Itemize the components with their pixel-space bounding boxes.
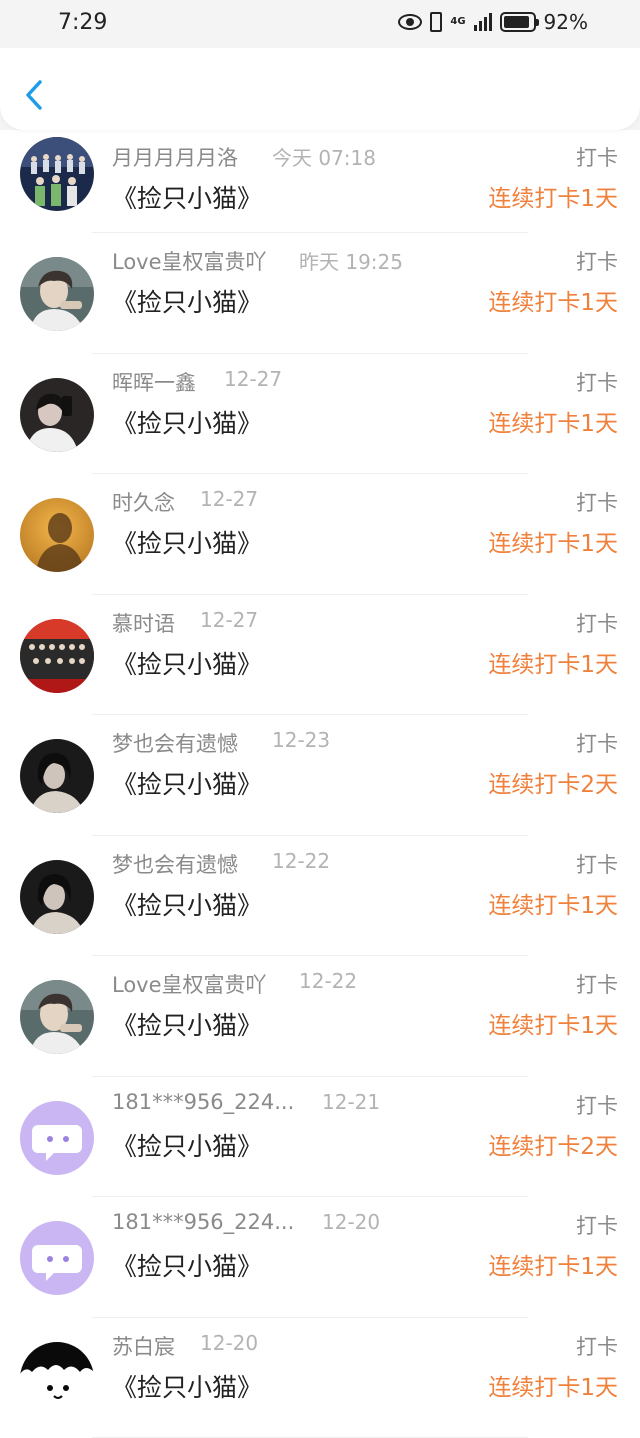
avatar-boy-photo[interactable]: [20, 257, 94, 331]
signal-icon: [474, 13, 492, 31]
streak-label: 连续打卡1天: [488, 1006, 618, 1040]
checkin-date: 12-20: [200, 1331, 258, 1355]
book-title[interactable]: 《捡只小猫》: [112, 524, 262, 560]
avatar-silhouette-orange[interactable]: [20, 498, 94, 572]
checkin-type: 打卡: [576, 367, 618, 397]
book-title[interactable]: 《捡只小猫》: [112, 179, 262, 215]
avatar-stage-group[interactable]: [20, 619, 94, 693]
book-title[interactable]: 《捡只小猫》: [112, 886, 262, 922]
list-item-2[interactable]: Love皇权富贵吖 昨天 19:25 《捡只小猫》 打卡 连续打卡1天: [0, 233, 640, 354]
vibrate-icon: [430, 12, 442, 32]
list-item-8[interactable]: Love皇权富贵吖 12-22 《捡只小猫》 打卡 连续打卡1天: [0, 956, 640, 1077]
checkin-type: 打卡: [576, 969, 618, 999]
status-time: 7:29: [58, 10, 107, 35]
avatar-default-chat[interactable]: [20, 1221, 94, 1295]
list-item-3[interactable]: 晖晖一鑫 12-27 《捡只小猫》 打卡 连续打卡1天: [0, 354, 640, 475]
list-item-6[interactable]: 梦也会有遗憾 12-23 《捡只小猫》 打卡 连续打卡2天: [0, 715, 640, 836]
checkin-type: 打卡: [576, 142, 618, 172]
checkin-list: 月月月月月洛 今天 07:18 《捡只小猫》 打卡 连续打卡1天 Love皇权富…: [0, 130, 640, 1438]
book-title[interactable]: 《捡只小猫》: [112, 1368, 262, 1404]
checkin-type: 打卡: [576, 728, 618, 758]
checkin-date: 12-20: [322, 1210, 380, 1234]
avatar-group-photo[interactable]: [20, 137, 94, 211]
checkin-type: 打卡: [576, 849, 618, 879]
list-item-10[interactable]: 181***956_224... 12-20 《捡只小猫》 打卡 连续打卡1天: [0, 1197, 640, 1318]
user-name[interactable]: 慕时语: [112, 608, 175, 638]
streak-label: 连续打卡1天: [488, 524, 618, 558]
streak-label: 连续打卡1天: [488, 283, 618, 317]
checkin-date: 12-22: [299, 969, 357, 993]
streak-label: 连续打卡1天: [488, 645, 618, 679]
checkin-type: 打卡: [576, 1090, 618, 1120]
list-item-7[interactable]: 梦也会有遗憾 12-22 《捡只小猫》 打卡 连续打卡1天: [0, 836, 640, 957]
user-name[interactable]: Love皇权富贵吖: [112, 246, 267, 276]
book-title[interactable]: 《捡只小猫》: [112, 283, 262, 319]
book-title[interactable]: 《捡只小猫》: [112, 1247, 262, 1283]
book-title[interactable]: 《捡只小猫》: [112, 765, 262, 801]
user-name[interactable]: 梦也会有遗憾: [112, 728, 238, 758]
checkin-date: 12-27: [200, 608, 258, 632]
user-name[interactable]: 苏白宸: [112, 1331, 175, 1361]
battery-percent: 92%: [544, 10, 588, 34]
book-title[interactable]: 《捡只小猫》: [112, 404, 262, 440]
user-name[interactable]: Love皇权富贵吖: [112, 969, 267, 999]
streak-label: 连续打卡1天: [488, 886, 618, 920]
list-item-5[interactable]: 慕时语 12-27 《捡只小猫》 打卡 连续打卡1天: [0, 595, 640, 716]
avatar-girl-dark[interactable]: [20, 860, 94, 934]
status-icons: 4G 92%: [398, 10, 588, 34]
checkin-date: 昨天 19:25: [299, 246, 403, 275]
chevron-left-icon: [22, 78, 48, 112]
streak-label: 连续打卡1天: [488, 404, 618, 438]
header-bar: [0, 48, 640, 130]
book-title[interactable]: 《捡只小猫》: [112, 1006, 262, 1042]
back-button[interactable]: [22, 78, 48, 112]
checkin-date: 12-22: [272, 849, 330, 873]
checkin-type: 打卡: [576, 1331, 618, 1361]
user-name[interactable]: 181***956_224...: [112, 1210, 294, 1234]
checkin-type: 打卡: [576, 608, 618, 638]
streak-label: 连续打卡1天: [488, 1368, 618, 1402]
battery-icon: [500, 12, 536, 32]
checkin-type: 打卡: [576, 246, 618, 276]
streak-label: 连续打卡1天: [488, 1247, 618, 1281]
user-name[interactable]: 181***956_224...: [112, 1090, 294, 1114]
user-name[interactable]: 梦也会有遗憾: [112, 849, 238, 879]
list-item-11[interactable]: 苏白宸 12-20 《捡只小猫》 打卡 连续打卡1天: [0, 1318, 640, 1438]
checkin-date: 今天 07:18: [272, 142, 376, 171]
checkin-date: 12-27: [224, 367, 282, 391]
list-item-1[interactable]: 月月月月月洛 今天 07:18 《捡只小猫》 打卡 连续打卡1天: [0, 130, 640, 233]
streak-label: 连续打卡2天: [488, 1127, 618, 1161]
avatar-girl-dark[interactable]: [20, 739, 94, 813]
book-title[interactable]: 《捡只小猫》: [112, 1127, 262, 1163]
avatar-boy-photo[interactable]: [20, 980, 94, 1054]
avatar-cartoon-face[interactable]: [20, 1342, 94, 1416]
checkin-date: 12-23: [272, 728, 330, 752]
user-name[interactable]: 晖晖一鑫: [112, 367, 196, 397]
checkin-type: 打卡: [576, 487, 618, 517]
user-name[interactable]: 月月月月月洛: [112, 142, 238, 172]
book-title[interactable]: 《捡只小猫》: [112, 645, 262, 681]
streak-label: 连续打卡2天: [488, 765, 618, 799]
status-bar: 7:29 4G 92%: [0, 0, 640, 48]
checkin-date: 12-21: [322, 1090, 380, 1114]
network-type: 4G: [450, 17, 465, 27]
checkin-type: 打卡: [576, 1210, 618, 1240]
eye-icon: [398, 14, 422, 30]
list-item-9[interactable]: 181***956_224... 12-21 《捡只小猫》 打卡 连续打卡2天: [0, 1077, 640, 1198]
user-name[interactable]: 时久念: [112, 487, 175, 517]
checkin-date: 12-27: [200, 487, 258, 511]
avatar-default-chat[interactable]: [20, 1101, 94, 1175]
streak-label: 连续打卡1天: [488, 179, 618, 213]
avatar-mirror-selfie[interactable]: [20, 378, 94, 452]
list-item-4[interactable]: 时久念 12-27 《捡只小猫》 打卡 连续打卡1天: [0, 474, 640, 595]
